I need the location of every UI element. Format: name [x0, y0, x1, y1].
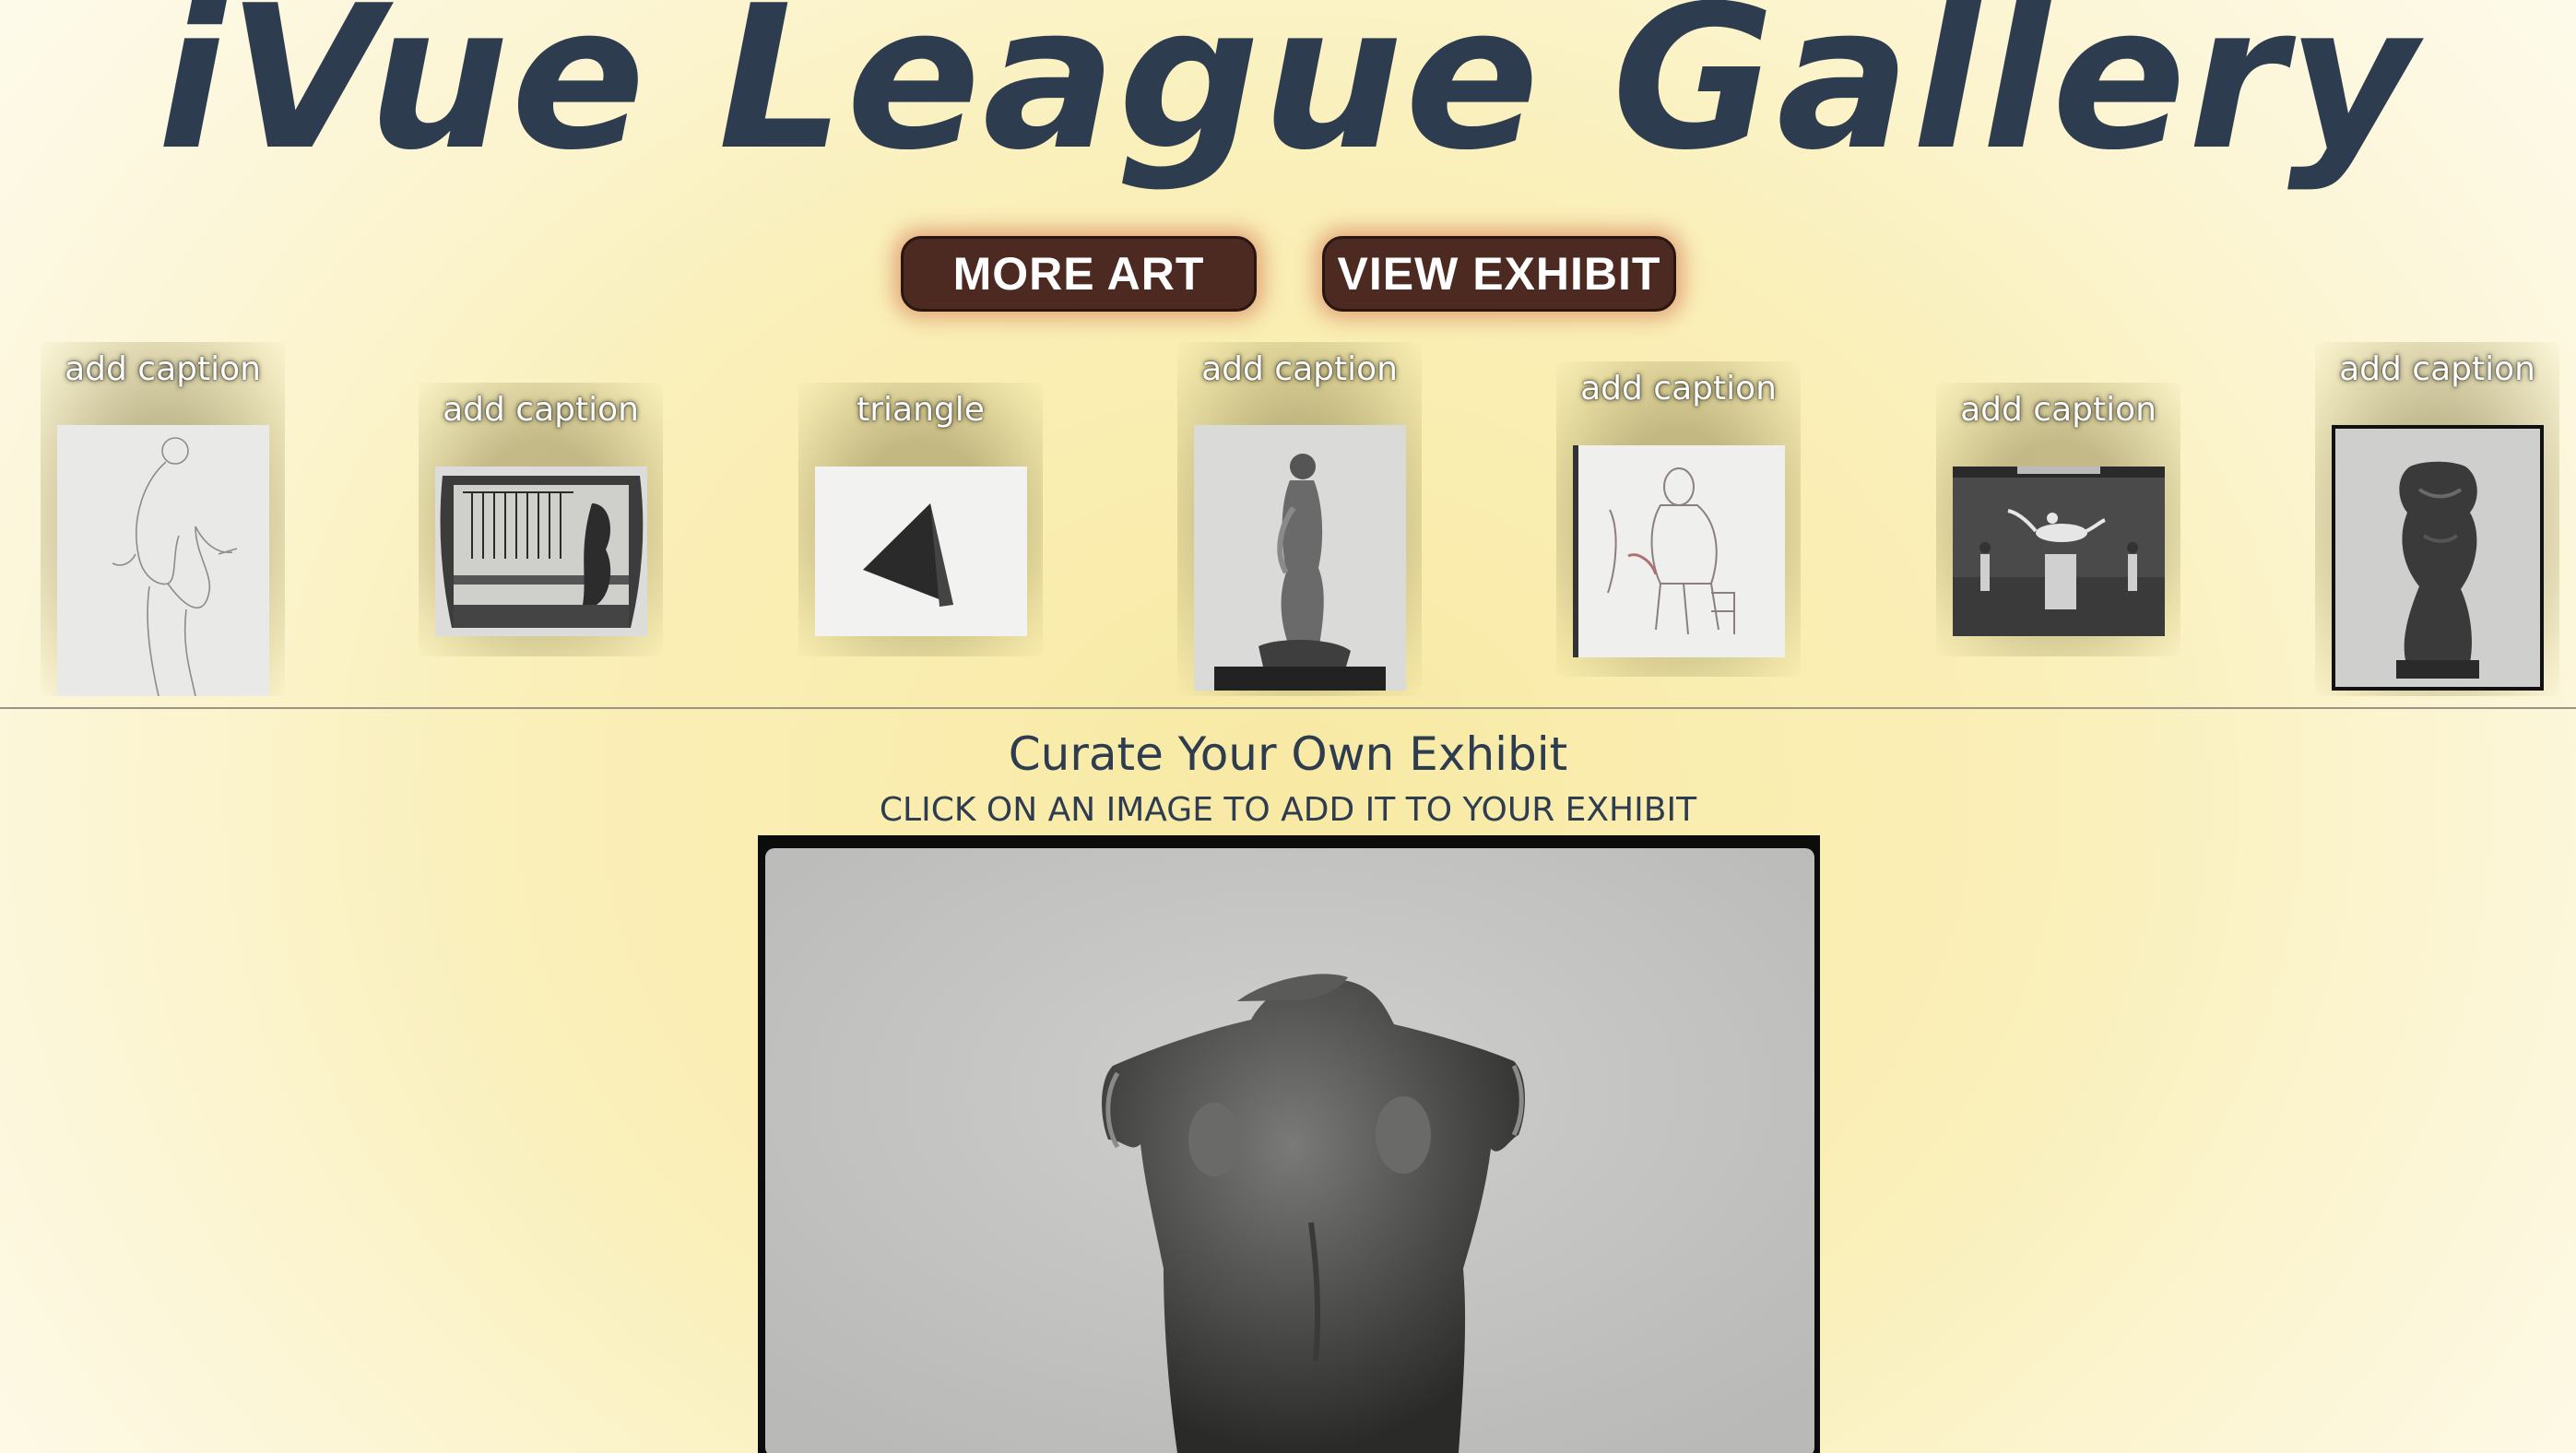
- page-title: iVue League Gallery: [157, 0, 2419, 194]
- card-caption[interactable]: add caption: [41, 349, 285, 390]
- exhibit-title: Curate Your Own Exhibit: [1008, 727, 1568, 781]
- gallery-card[interactable]: add caption: [1556, 361, 1801, 677]
- exhibit-instruction: CLICK ON AN IMAGE TO ADD IT TO YOUR EXHI…: [879, 791, 1697, 829]
- card-caption[interactable]: add caption: [1177, 349, 1422, 390]
- gallery-card[interactable]: add caption: [1177, 342, 1422, 696]
- card-caption[interactable]: add caption: [2315, 349, 2559, 390]
- artwork-thumbnail[interactable]: [1953, 467, 2165, 636]
- gallery-card[interactable]: add caption: [1936, 383, 2180, 656]
- more-art-button[interactable]: MORE ART: [901, 236, 1257, 312]
- artwork-thumbnail[interactable]: [2332, 425, 2544, 691]
- gallery-card[interactable]: triangle: [798, 383, 1043, 656]
- card-caption[interactable]: add caption: [1556, 369, 1801, 409]
- artwork-thumbnail[interactable]: [435, 467, 647, 636]
- card-caption[interactable]: triangle: [798, 390, 1043, 431]
- view-exhibit-button[interactable]: VIEW EXHIBIT: [1322, 236, 1676, 312]
- artwork-thumbnail[interactable]: [1194, 425, 1406, 691]
- selected-artwork-image[interactable]: [758, 835, 1820, 1453]
- gallery-card[interactable]: add caption: [419, 383, 663, 656]
- artwork-thumbnail[interactable]: [1573, 445, 1785, 657]
- gallery-card[interactable]: add caption: [2315, 342, 2559, 696]
- card-caption[interactable]: add caption: [1936, 390, 2180, 431]
- gallery-card[interactable]: add caption: [41, 342, 285, 696]
- section-divider: [0, 707, 2576, 709]
- artwork-thumbnail[interactable]: [57, 425, 269, 696]
- card-caption[interactable]: add caption: [419, 390, 663, 431]
- artwork-thumbnail[interactable]: [815, 467, 1027, 636]
